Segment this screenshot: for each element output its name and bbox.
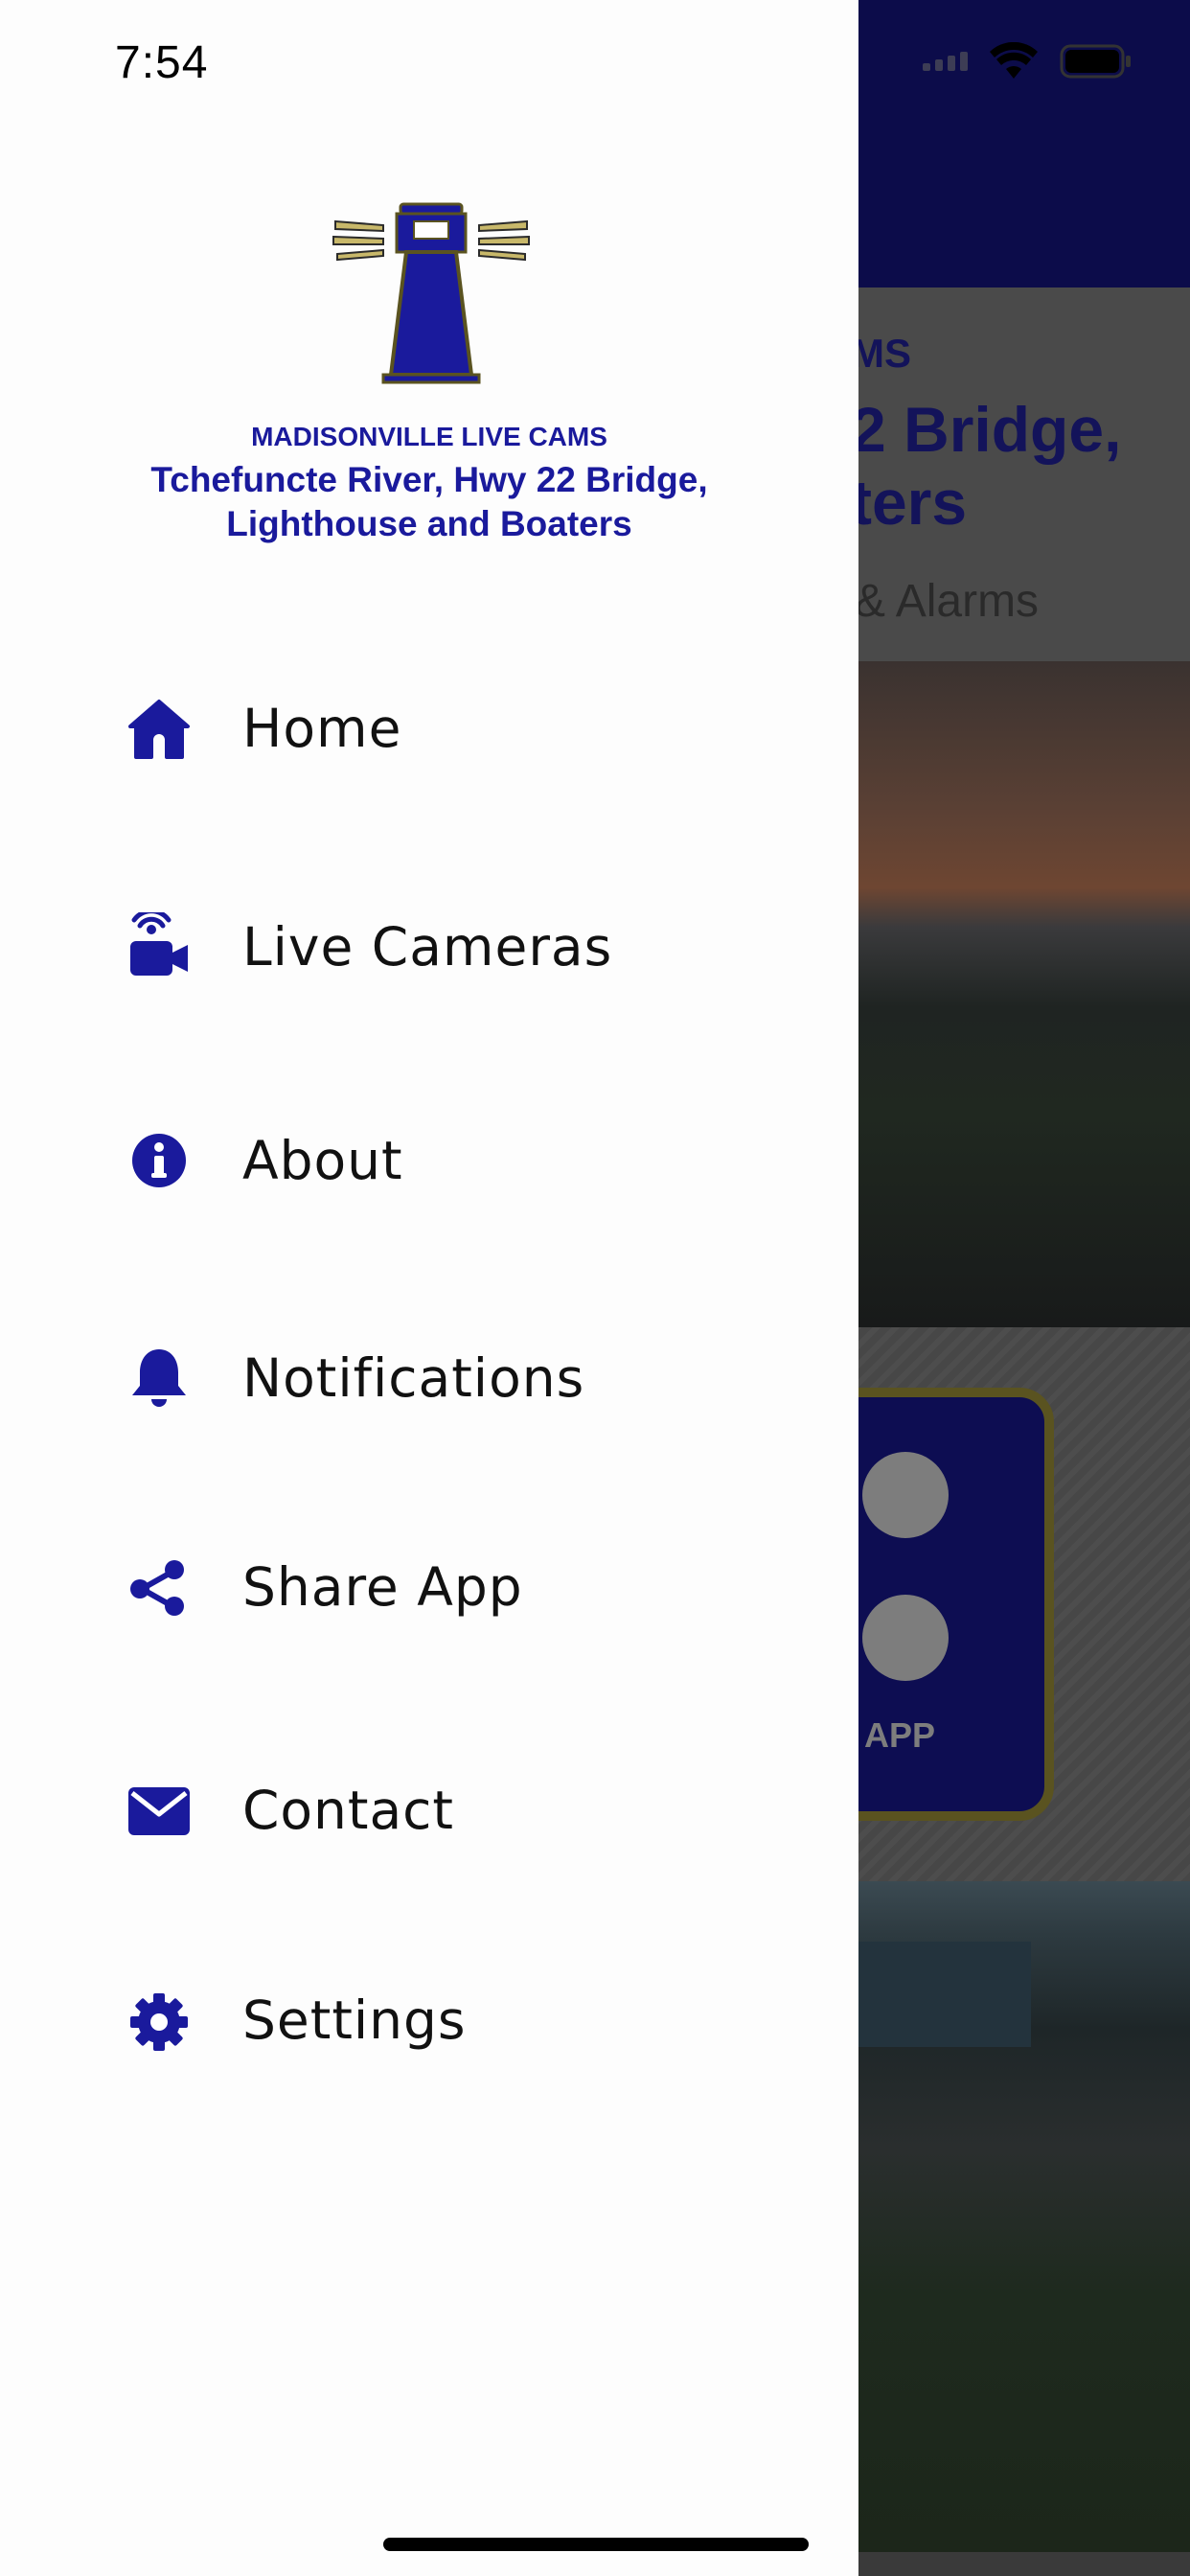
camera-icon <box>123 910 195 983</box>
status-icons <box>923 42 1133 80</box>
brand-title-line: Lighthouse and Boaters <box>226 504 632 543</box>
share-icon <box>123 1551 195 1623</box>
menu-label: Share App <box>242 1556 523 1618</box>
bg-banner-text: 2 Bridge, <box>851 394 1122 465</box>
bg-banner-text: ters <box>851 467 968 538</box>
menu-item-notifications[interactable]: Notifications <box>0 1321 858 1436</box>
share-dot <box>862 1595 949 1681</box>
bg-building <box>858 1942 1031 2047</box>
menu-label: Contact <box>242 1780 454 1841</box>
menu-label: Settings <box>242 1990 467 2051</box>
gear-icon <box>123 1984 195 2057</box>
menu-item-live-cameras[interactable]: Live Cameras <box>0 889 858 1004</box>
home-indicator[interactable] <box>383 2538 809 2551</box>
bell-icon <box>123 1342 195 1414</box>
bg-banner-text: & Alarms <box>855 576 1040 627</box>
menu-item-contact[interactable]: Contact <box>0 1753 858 1868</box>
brand-title: Tchefuncte River, Hwy 22 Bridge, Lightho… <box>0 458 858 546</box>
menu-item-home[interactable]: Home <box>0 671 858 786</box>
menu-item-about[interactable]: About <box>0 1103 858 1218</box>
bg-banner-text: MS <box>851 331 911 376</box>
menu-label: About <box>242 1130 403 1191</box>
navigation-drawer: 7:54 MADISONVILLE LIVE CAMS Tchefuncte R… <box>0 0 858 2576</box>
brand-subtitle: MADISONVILLE LIVE CAMS <box>251 422 607 451</box>
menu-label: Live Cameras <box>242 916 613 978</box>
wifi-icon <box>990 42 1038 79</box>
menu-label: Notifications <box>242 1347 585 1409</box>
home-icon <box>123 692 195 765</box>
menu-item-share-app[interactable]: Share App <box>0 1530 858 1644</box>
menu-label: Home <box>242 698 402 759</box>
brand-title-line: Tchefuncte River, Hwy 22 Bridge, <box>150 460 708 499</box>
envelope-icon <box>123 1774 195 1847</box>
bg-share-label: APP <box>864 1715 936 1755</box>
info-icon <box>123 1124 195 1197</box>
menu-item-settings[interactable]: Settings <box>0 1963 858 2078</box>
battery-icon <box>1060 44 1131 79</box>
status-time: 7:54 <box>115 37 209 88</box>
share-dot <box>862 1452 949 1538</box>
lighthouse-logo-icon <box>332 202 530 384</box>
signal-icon <box>923 52 968 71</box>
